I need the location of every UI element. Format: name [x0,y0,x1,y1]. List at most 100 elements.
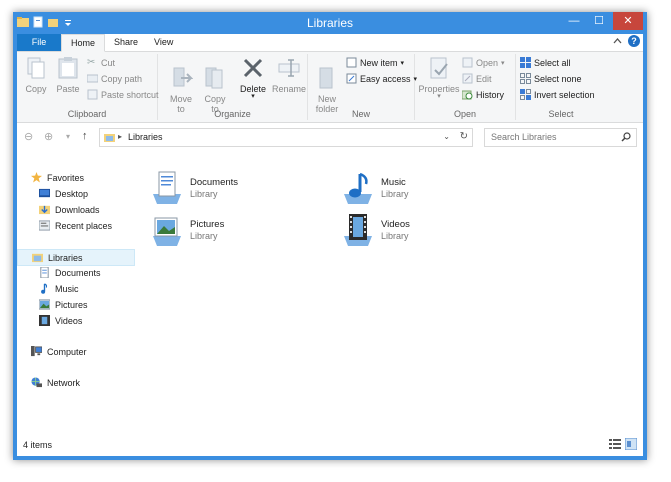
address-dropdown-icon[interactable]: ⌄ [443,132,450,141]
history-button[interactable]: History [462,89,504,100]
titlebar: Libraries — ☐ ✕ [13,12,647,34]
easy-access-button[interactable]: Easy access ▾ [346,73,417,84]
paste-shortcut-icon [87,89,98,100]
library-item-music[interactable]: Music Library [328,170,488,210]
details-view-icon[interactable] [609,438,621,450]
library-type: Library [190,189,218,199]
search-placeholder: Search Libraries [491,132,557,142]
libraries-icon [32,253,43,263]
nav-music-label: Music [55,283,79,294]
tab-home[interactable]: Home [61,34,106,52]
properties-dropdown-icon[interactable]: ▾ [417,93,461,100]
paste-icon [58,57,78,79]
refresh-icon[interactable]: ↻ [460,131,468,142]
documents-icon [40,267,49,278]
library-name: Music [381,177,406,188]
nav-computer[interactable]: Computer [31,344,149,359]
network-icon [31,377,42,388]
navigation-pane: Favorites Desktop Downloads Recent place… [17,152,135,434]
videos-icon [39,315,50,326]
documents-library-icon [153,171,181,204]
help-icon[interactable]: ? [628,35,640,47]
library-item-documents[interactable]: Documents Library [137,170,297,210]
rename-label: Rename [272,84,307,94]
delete-dropdown-icon[interactable]: ▾ [236,93,270,100]
forward-icon[interactable]: ⊕ [44,130,53,143]
copy-to-icon [205,67,223,89]
new-item-icon [346,57,357,68]
chevron-up-icon[interactable] [613,37,622,46]
close-button[interactable]: ✕ [613,12,643,30]
paste-shortcut-button[interactable]: Paste shortcut [87,89,159,100]
new-group-label: New [351,109,370,119]
tab-share[interactable]: Share [105,34,147,51]
breadcrumb[interactable]: Libraries [128,132,163,142]
window-body: File Home Share View ? Copy Paste ✂ Cut … [17,34,643,456]
pictures-icon [39,299,50,310]
nav-computer-label: Computer [47,346,87,357]
library-name: Documents [190,177,239,188]
cut-button[interactable]: ✂ Cut [87,57,115,68]
select-none-button[interactable]: Select none [520,73,582,84]
scissors-icon: ✂ [87,57,96,68]
delete-button[interactable]: Delete ▾ [236,56,270,100]
library-name: Videos [381,219,410,230]
music-icon [41,283,48,294]
tab-view[interactable]: View [145,34,182,51]
up-icon[interactable]: ↑ [82,130,88,142]
copy-button[interactable]: Copy [21,56,51,94]
select-all-button[interactable]: Select all [520,57,571,68]
history-icon [462,90,473,100]
nav-favorites[interactable]: Favorites [31,170,149,185]
library-type: Library [381,189,409,199]
search-icon[interactable] [621,132,631,142]
easy-access-icon [346,73,357,84]
copy-path-label: Copy path [101,73,143,84]
nav-libraries[interactable]: Libraries [17,249,135,266]
new-group: New folder New item ▾ Easy access ▾ New [308,54,417,120]
file-list: Documents Library Music Library Pictures… [137,152,643,434]
nav-network[interactable]: Network [31,375,149,390]
tab-file[interactable]: File [17,34,61,51]
new-item-label: New item [360,57,398,68]
copy-label: Copy [25,84,47,94]
edit-label: Edit [476,73,492,84]
paste-button[interactable]: Paste [53,56,83,94]
open-button[interactable]: Open ▾ [462,57,505,68]
nav-pictures-label: Pictures [55,299,88,310]
recent-locations-icon[interactable]: ▾ [66,132,70,141]
invert-selection-button[interactable]: Invert selection [520,89,595,100]
search-input[interactable]: Search Libraries [484,128,637,147]
libraries-icon [104,134,115,142]
delete-icon [243,58,263,78]
rename-icon [278,59,300,77]
organize-group-label: Organize [214,109,251,119]
new-item-button[interactable]: New item ▾ [346,57,404,68]
address-bar[interactable]: ▸ Libraries ⌄ ↻ [99,128,473,147]
select-group: Select all Select none Invert selection … [516,54,606,120]
music-library-icon [344,172,372,204]
select-group-label: Select [548,109,574,119]
maximize-button[interactable]: ☐ [586,12,612,30]
copy-icon [27,57,45,79]
back-icon[interactable]: ⊖ [24,130,33,143]
library-item-videos[interactable]: Videos Library [328,212,488,252]
minimize-button[interactable]: — [561,12,587,30]
svg-text:?: ? [631,36,637,46]
nav-libraries-label: Libraries [48,252,83,263]
library-item-pictures[interactable]: Pictures Library [137,212,297,252]
select-all-icon [520,57,531,68]
edit-button[interactable]: Edit [462,73,492,84]
rename-button[interactable]: Rename [272,56,306,94]
library-type: Library [381,231,409,241]
new-folder-icon [319,67,333,89]
breadcrumb-separator-icon: ▸ [118,132,123,141]
address-row: ⊖ ⊕ ▾ ↑ ▸ Libraries ⌄ ↻ Search Libraries [17,123,643,149]
nav-downloads-label: Downloads [55,204,100,215]
open-label: Open [476,57,499,68]
invert-selection-label: Invert selection [534,89,595,100]
properties-button[interactable]: Properties ▾ [417,56,461,100]
copy-path-button[interactable]: Copy path [87,73,142,84]
library-name: Pictures [190,219,225,230]
tiles-view-icon[interactable] [625,438,637,450]
